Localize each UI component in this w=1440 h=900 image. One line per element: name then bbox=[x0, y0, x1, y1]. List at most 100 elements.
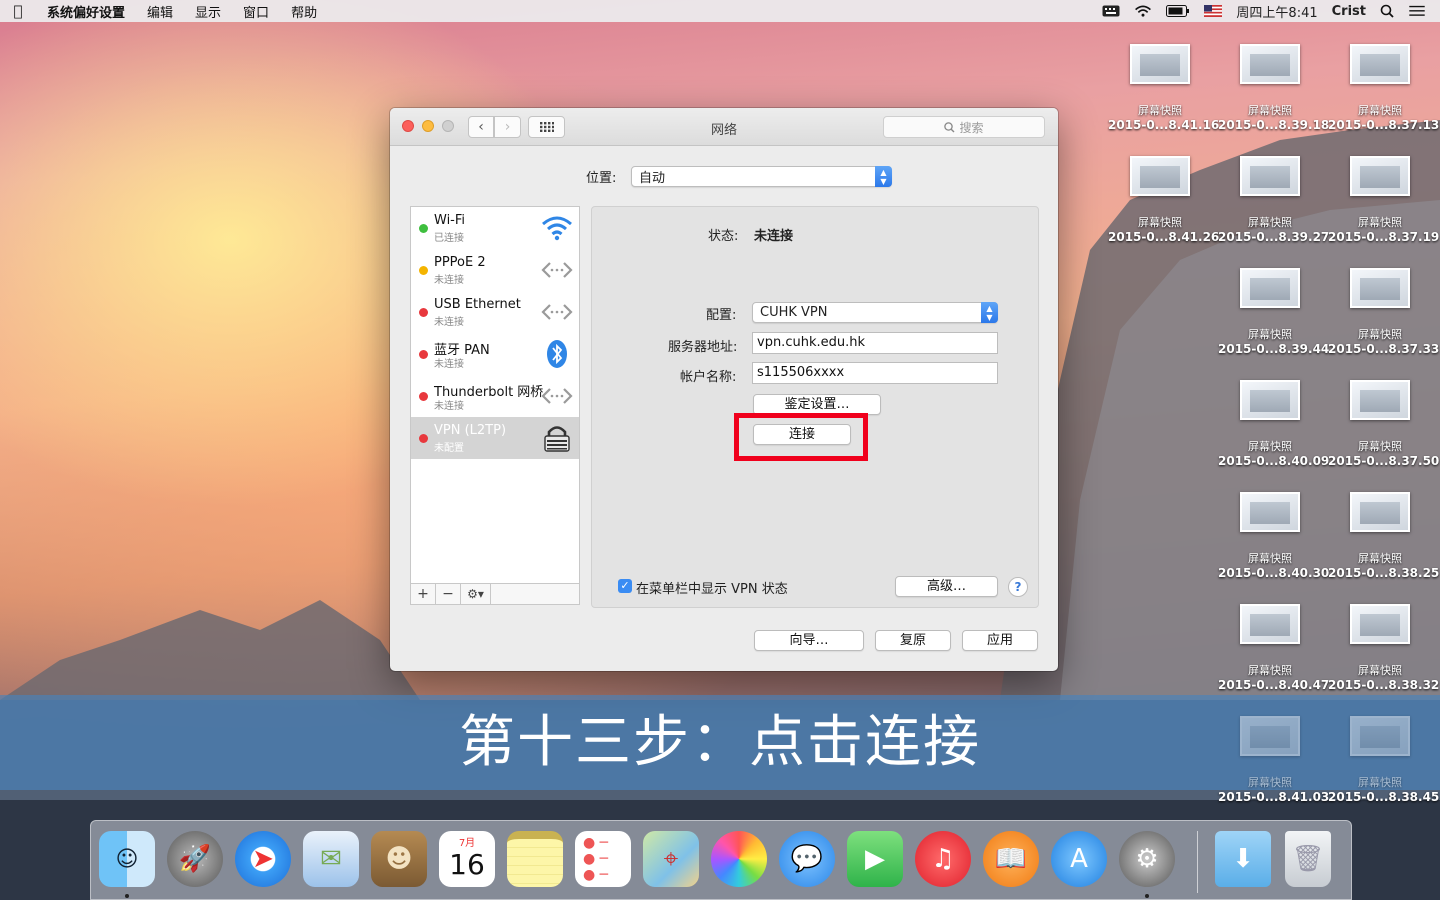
remove-service-button[interactable]: − bbox=[436, 584, 461, 604]
spotlight-search-icon[interactable] bbox=[1380, 4, 1394, 18]
desktop-file-screenshot[interactable]: 屏幕快照 2015-0...8.37.50 bbox=[1328, 380, 1439, 468]
search-placeholder: 搜索 bbox=[959, 120, 984, 135]
desktop-file-screenshot[interactable]: 屏幕快照 2015-0...8.38.25 bbox=[1328, 492, 1439, 580]
desktop-file-screenshot[interactable]: 屏幕快照 2015-0...8.40.47 bbox=[1218, 604, 1329, 692]
network-arrows-icon bbox=[541, 262, 573, 278]
search-icon bbox=[944, 121, 955, 132]
apply-button[interactable]: 应用 bbox=[962, 630, 1038, 651]
network-preferences-window: ‹ › 网络 搜索 位置: 自动 ▲ ▼ Wi-Fi 已连接 PPPoE 2 未… bbox=[390, 108, 1058, 671]
screenshot-thumbnail bbox=[1350, 604, 1410, 644]
assistant-button[interactable]: 向导… bbox=[754, 630, 864, 651]
search-field[interactable]: 搜索 bbox=[883, 116, 1045, 138]
messages-icon[interactable]: 💬 bbox=[779, 831, 835, 887]
desktop-file-screenshot[interactable]: 屏幕快照 2015-0...8.37.33 bbox=[1328, 268, 1439, 356]
contacts-icon[interactable]: ☻ bbox=[371, 831, 427, 887]
help-button[interactable]: ? bbox=[1008, 577, 1028, 597]
desktop-file-screenshot[interactable]: 屏幕快照 2015-0...8.41.16 bbox=[1108, 44, 1219, 132]
desktop-file-screenshot[interactable]: 屏幕快照 2015-0...8.40.09 bbox=[1218, 380, 1329, 468]
wifi-icon[interactable] bbox=[1134, 5, 1152, 17]
revert-button[interactable]: 复原 bbox=[875, 630, 951, 651]
reminders-icon[interactable]: ● ─ ● ─ ● ─ bbox=[575, 831, 631, 887]
safari-icon[interactable]: ➤ bbox=[235, 831, 291, 887]
status-dot bbox=[419, 266, 428, 275]
screenshot-thumbnail bbox=[1240, 44, 1300, 84]
desktop-file-screenshot[interactable]: 屏幕快照 2015-0...8.41.03 bbox=[1218, 716, 1329, 804]
configuration-value: CUHK VPN bbox=[760, 305, 828, 320]
calendar-icon[interactable]: 7月 16 bbox=[439, 831, 495, 887]
server-address-field[interactable]: vpn.cuhk.edu.hk bbox=[752, 332, 998, 354]
keyboard-icon[interactable] bbox=[1102, 5, 1120, 17]
desktop-file-screenshot[interactable]: 屏幕快照 2015-0...8.39.18 bbox=[1218, 44, 1329, 132]
service-bluetooth-pan[interactable]: 蓝牙 PAN 未连接 bbox=[411, 333, 579, 375]
screenshot-thumbnail bbox=[1240, 268, 1300, 308]
screenshot-thumbnail bbox=[1130, 156, 1190, 196]
service-wifi[interactable]: Wi-Fi 已连接 bbox=[411, 207, 579, 249]
facetime-icon[interactable]: ▶ bbox=[847, 831, 903, 887]
desktop-file-screenshot[interactable]: 屏幕快照 2015-0...8.39.44 bbox=[1218, 268, 1329, 356]
configuration-popup[interactable]: CUHK VPN ▲ ▼ bbox=[752, 302, 998, 323]
account-name-field[interactable]: s115506xxxx bbox=[752, 362, 998, 384]
service-list-toolbar: + − ⚙▾ bbox=[410, 584, 580, 605]
service-pppoe[interactable]: PPPoE 2 未连接 bbox=[411, 249, 579, 291]
connect-highlight-box bbox=[734, 413, 868, 461]
finder-icon[interactable]: ☺ bbox=[99, 831, 155, 887]
menu-user[interactable]: Crist bbox=[1332, 4, 1366, 19]
authentication-settings-button[interactable]: 鉴定设置… bbox=[753, 394, 881, 415]
wifi-icon bbox=[542, 216, 572, 241]
trash-icon[interactable]: 🗑 bbox=[1285, 831, 1331, 887]
desktop-file-screenshot[interactable]: 屏幕快照 2015-0...8.39.27 bbox=[1218, 156, 1329, 244]
status-dot bbox=[419, 350, 428, 359]
downloads-folder-icon[interactable]: ⬇ bbox=[1215, 831, 1271, 887]
status-label: 状态: bbox=[708, 229, 739, 244]
dock-separator bbox=[1197, 831, 1198, 893]
dock: ☺ 🚀 ➤ ✉ ☻ 7月 16 ● ─ ● ─ ● ─ ⌖ 💬 ▶ ♫ 📖 A ⚙ … bbox=[90, 820, 1352, 900]
popup-arrows-icon: ▲ ▼ bbox=[981, 302, 998, 323]
notification-center-icon[interactable] bbox=[1408, 5, 1426, 17]
running-indicator bbox=[125, 894, 129, 898]
show-vpn-status-checkbox[interactable]: ✓ bbox=[618, 579, 632, 593]
photos-icon[interactable] bbox=[711, 831, 767, 887]
desktop-file-screenshot[interactable]: 屏幕快照 2015-0...8.37.19 bbox=[1328, 156, 1439, 244]
desktop-file-screenshot[interactable]: 屏幕快照 2015-0...8.41.26 bbox=[1108, 156, 1219, 244]
show-vpn-status-label: 在菜单栏中显示 VPN 状态 bbox=[636, 582, 788, 597]
apple-icon[interactable]:  bbox=[0, 2, 36, 20]
menu-help[interactable]: 帮助 bbox=[280, 2, 328, 21]
menu-view[interactable]: 显示 bbox=[184, 2, 232, 21]
screenshot-thumbnail bbox=[1240, 492, 1300, 532]
menu-window[interactable]: 窗口 bbox=[232, 2, 280, 21]
location-label: 位置: bbox=[586, 171, 617, 186]
mail-icon[interactable]: ✉ bbox=[303, 831, 359, 887]
screenshot-thumbnail bbox=[1130, 44, 1190, 84]
service-vpn-l2tp[interactable]: VPN (L2TP) 未配置 bbox=[411, 417, 579, 459]
desktop-file-screenshot[interactable]: 屏幕快照 2015-0...8.40.30 bbox=[1218, 492, 1329, 580]
maps-icon[interactable]: ⌖ bbox=[643, 831, 699, 887]
service-thunderbolt-bridge[interactable]: Thunderbolt 网桥 未连接 bbox=[411, 375, 579, 417]
system-preferences-icon[interactable]: ⚙ bbox=[1119, 831, 1175, 887]
us-flag-icon[interactable] bbox=[1204, 5, 1223, 17]
service-actions-gear-icon[interactable]: ⚙▾ bbox=[461, 584, 491, 604]
app-store-icon[interactable]: A bbox=[1051, 831, 1107, 887]
location-popup[interactable]: 自动 ▲ ▼ bbox=[631, 166, 892, 187]
desktop-file-screenshot[interactable]: 屏幕快照 2015-0...8.38.32 bbox=[1328, 604, 1439, 692]
battery-icon[interactable] bbox=[1166, 5, 1190, 17]
menu-clock[interactable]: 周四上午8:41 bbox=[1236, 2, 1317, 21]
service-usb-ethernet[interactable]: USB Ethernet 未连接 bbox=[411, 291, 579, 333]
bluetooth-icon bbox=[547, 340, 567, 368]
launchpad-icon[interactable]: 🚀 bbox=[167, 831, 223, 887]
menu-app-name[interactable]: 系统偏好设置 bbox=[36, 2, 136, 21]
desktop-file-screenshot[interactable]: 屏幕快照 2015-0...8.37.13 bbox=[1328, 44, 1439, 132]
ibooks-icon[interactable]: 📖 bbox=[983, 831, 1039, 887]
status-dot bbox=[419, 224, 428, 233]
server-address-label: 服务器地址: bbox=[668, 340, 738, 355]
network-arrows-icon bbox=[541, 304, 573, 320]
desktop-file-screenshot[interactable]: 屏幕快照 2015-0...8.38.45 bbox=[1328, 716, 1439, 804]
advanced-button[interactable]: 高级… bbox=[895, 576, 998, 597]
itunes-icon[interactable]: ♫ bbox=[915, 831, 971, 887]
network-arrows-icon bbox=[541, 388, 573, 404]
screenshot-thumbnail bbox=[1240, 156, 1300, 196]
window-titlebar[interactable]: ‹ › 网络 搜索 bbox=[390, 108, 1058, 146]
add-service-button[interactable]: + bbox=[411, 584, 436, 604]
menu-edit[interactable]: 编辑 bbox=[136, 2, 184, 21]
notes-icon[interactable] bbox=[507, 831, 563, 887]
screenshot-thumbnail bbox=[1240, 716, 1300, 756]
